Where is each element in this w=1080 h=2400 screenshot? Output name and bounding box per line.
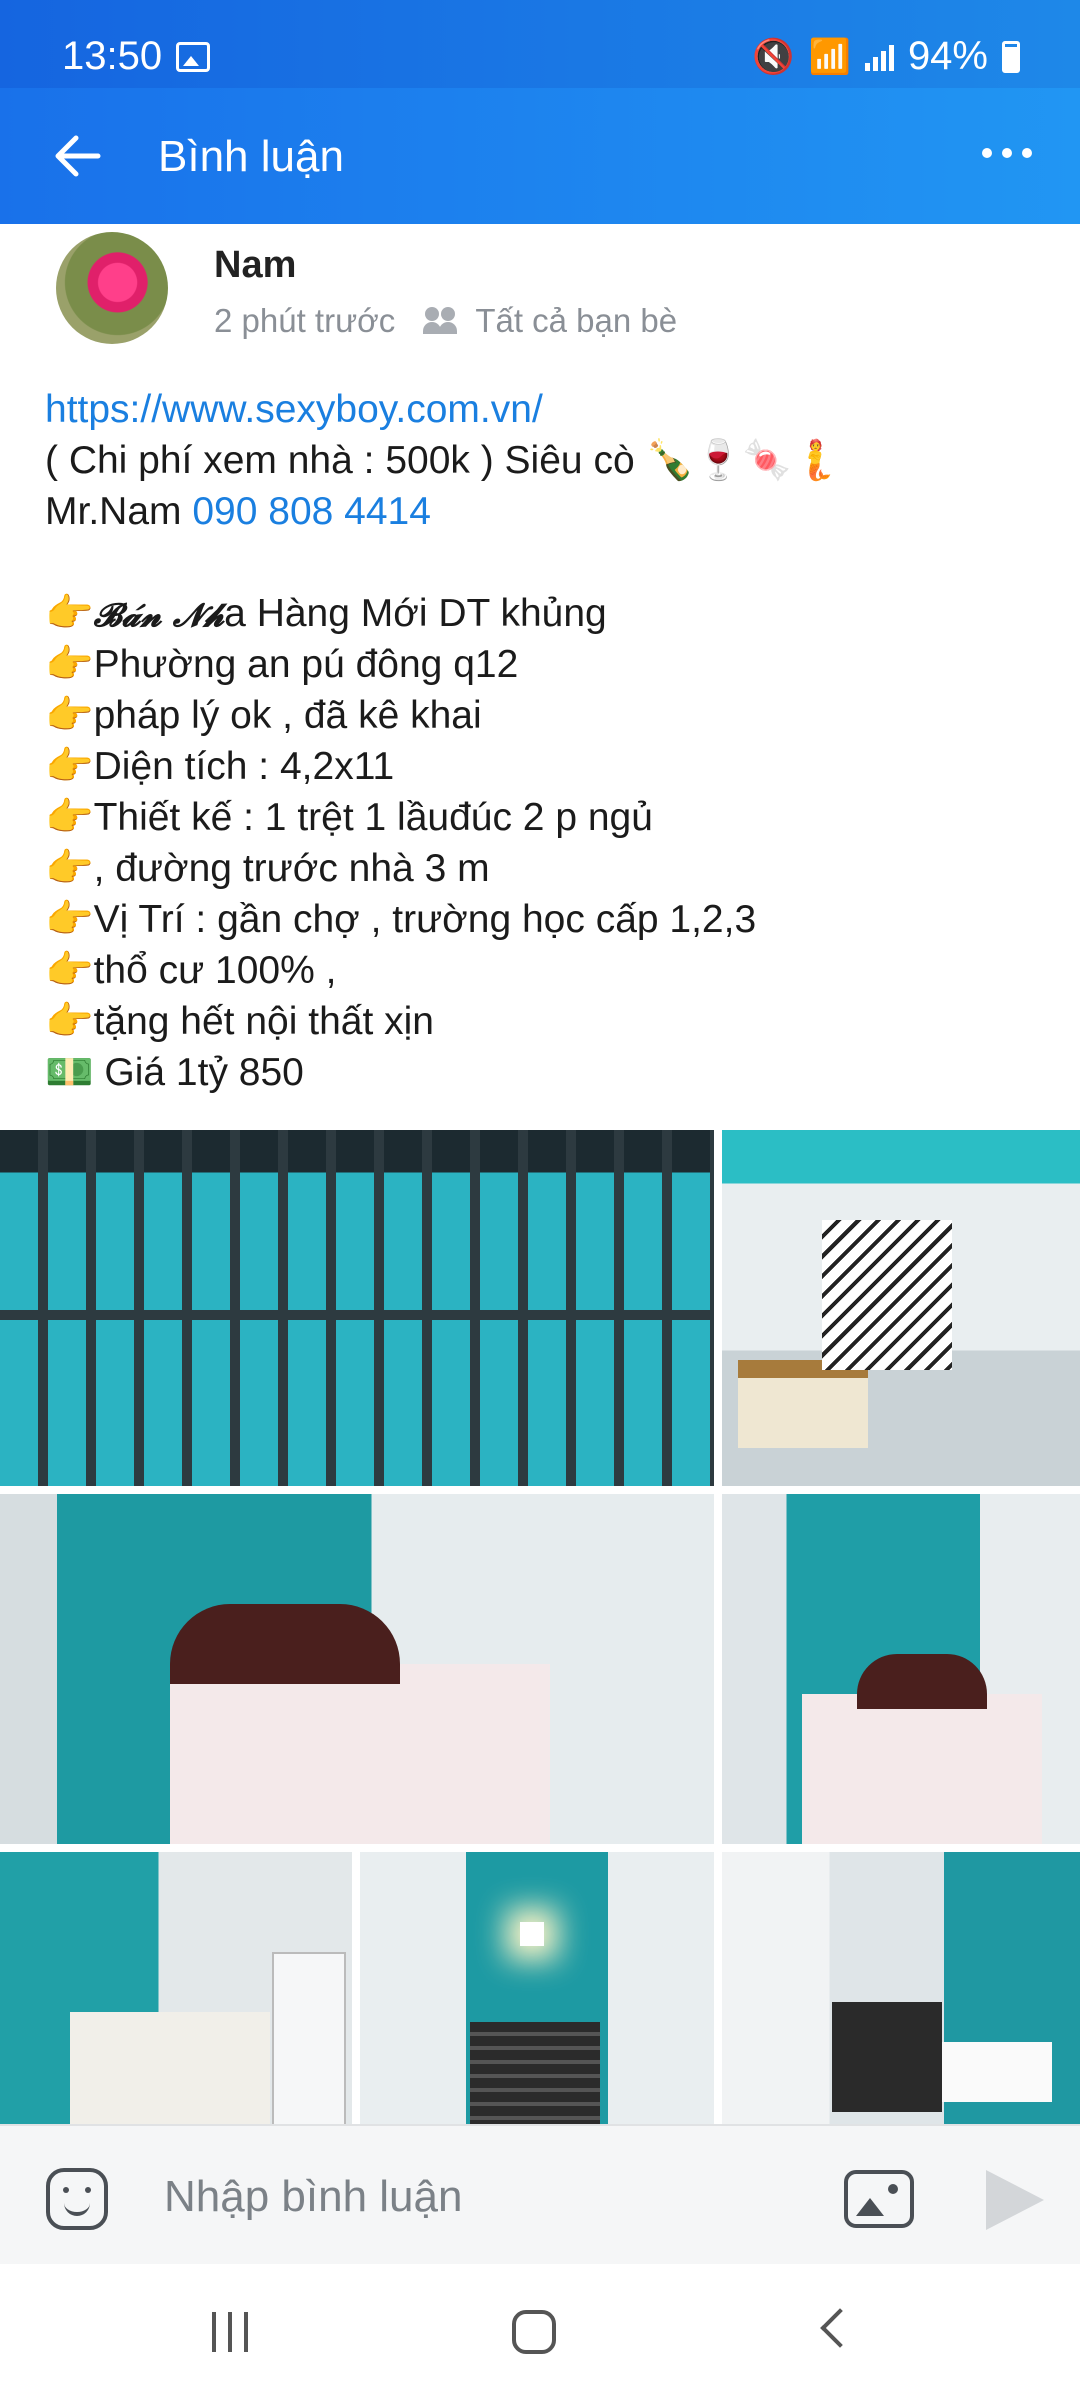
bullet-text: Diện tích : 4,2x11 — [93, 745, 395, 788]
post-link[interactable]: https://www.sexyboy.com.vn/ — [45, 388, 543, 431]
author-name[interactable]: Nam — [214, 244, 296, 287]
bullet-text: Thiết kế : 1 trệt 1 lầuđúc 2 p ngủ — [93, 796, 653, 839]
photo-living-room[interactable] — [722, 1130, 1080, 1486]
contact-phone[interactable]: 090 808 4414 — [192, 490, 431, 533]
pointing-hand-icon: 👉 — [45, 796, 94, 839]
comment-bar: Nhập bình luận — [0, 2124, 1080, 2266]
system-nav-bar — [0, 2264, 1080, 2400]
status-bar: 13:50 🔇 📶 94% — [0, 0, 1080, 88]
contact-name: Mr.Nam — [45, 490, 193, 533]
bullet-line: 👉Vị Trí : gần chợ , trường học cấp 1,2,3 — [45, 894, 1045, 945]
arrow-left-icon[interactable] — [48, 126, 108, 186]
signal-icon — [864, 43, 894, 71]
avatar[interactable] — [56, 232, 168, 344]
bullet-text: Vị Trí : gần chợ , trường học cấp 1,2,3 — [93, 898, 757, 941]
send-icon[interactable] — [986, 2170, 1044, 2230]
bullet-text: a Hàng Mới DT khủng — [224, 592, 607, 635]
bullet-text: tặng hết nội thất xịn — [93, 1000, 434, 1043]
page-title: Bình luận — [158, 132, 344, 181]
post-content: https://www.sexyboy.com.vn/ ( Chi phí xe… — [45, 384, 1045, 1098]
mute-icon: 🔇 — [752, 37, 795, 76]
bullet-text: , đường trước nhà 3 m — [93, 847, 490, 890]
gallery-icon — [176, 42, 210, 72]
bullet-line: 👉pháp lý ok , đã kê khai — [45, 690, 1045, 741]
pointing-hand-icon: 👉 — [45, 745, 94, 788]
contact-line: Mr.Nam 090 808 4414 — [45, 486, 1045, 537]
photo-kitchen[interactable] — [722, 1852, 1080, 2124]
pointing-hand-icon: 👉 — [45, 898, 94, 941]
photo-bedroom-1[interactable] — [0, 1494, 714, 1844]
pointing-hand-icon: 👉 — [45, 847, 94, 890]
photo-bedroom-3[interactable] — [0, 1852, 352, 2124]
sticker-icon[interactable] — [46, 2168, 108, 2230]
post-meta: 2 phút trước Tất cả bạn bè — [214, 302, 677, 340]
photo-bedroom-2[interactable] — [722, 1494, 1080, 1844]
pointing-hand-icon: 👉 — [45, 694, 94, 737]
bullet-line: 👉Thiết kế : 1 trệt 1 lầuđúc 2 p ngủ — [45, 792, 1045, 843]
post-time: 2 phút trước — [214, 302, 396, 339]
bullet-line: 👉Phường an pú đông q12 — [45, 639, 1045, 690]
status-right: 🔇 📶 94% — [752, 34, 1020, 79]
bullet-line: 👉Diện tích : 4,2x11 — [45, 741, 1045, 792]
photo-stairs[interactable] — [360, 1852, 714, 2124]
fee-line: ( Chi phí xem nhà : 500k ) Siêu cò 🍾🍷🍬🧜 — [45, 439, 840, 482]
comment-input[interactable]: Nhập bình luận — [164, 2172, 462, 2222]
app-bar: Bình luận — [0, 88, 1080, 224]
price-text: Giá 1tỷ 850 — [93, 1051, 304, 1094]
friends-icon — [423, 307, 463, 335]
bullet-text: thổ cư 100% , — [93, 949, 337, 992]
image-icon[interactable] — [844, 2170, 914, 2228]
fancy-text: 𝓑𝓪́𝓷 𝓝𝓱 — [93, 596, 225, 634]
bullet-line: 👉, đường trước nhà 3 m — [45, 843, 1045, 894]
pointing-hand-icon: 👉 — [45, 592, 94, 635]
more-horizontal-icon[interactable] — [982, 148, 1032, 158]
bullet-line: 👉𝓑𝓪́𝓷 𝓝𝓱a Hàng Mới DT khủng — [45, 588, 1045, 639]
pointing-hand-icon: 👉 — [45, 643, 94, 686]
status-time: 13:50 — [62, 34, 163, 78]
recent-apps-icon[interactable] — [212, 2312, 248, 2352]
money-icon: 💵 — [45, 1051, 94, 1094]
bullet-text: Phường an pú đông q12 — [93, 643, 519, 686]
battery-percent: 94% — [907, 34, 988, 78]
home-icon[interactable] — [512, 2310, 556, 2354]
pointing-hand-icon: 👉 — [45, 1000, 94, 1043]
bullet-line: 👉tặng hết nội thất xịn — [45, 996, 1045, 1047]
post-audience: Tất cả bạn bè — [475, 302, 678, 339]
bullet-line: 👉thổ cư 100% , — [45, 945, 1045, 996]
price-line: 💵 Giá 1tỷ 850 — [45, 1047, 1045, 1098]
back-icon[interactable] — [820, 2308, 860, 2348]
battery-icon — [1002, 40, 1020, 73]
pointing-hand-icon: 👉 — [45, 949, 94, 992]
wifi-icon: 📶 — [808, 37, 851, 76]
photo-gate[interactable] — [0, 1130, 714, 1486]
bullet-text: pháp lý ok , đã kê khai — [93, 694, 482, 737]
